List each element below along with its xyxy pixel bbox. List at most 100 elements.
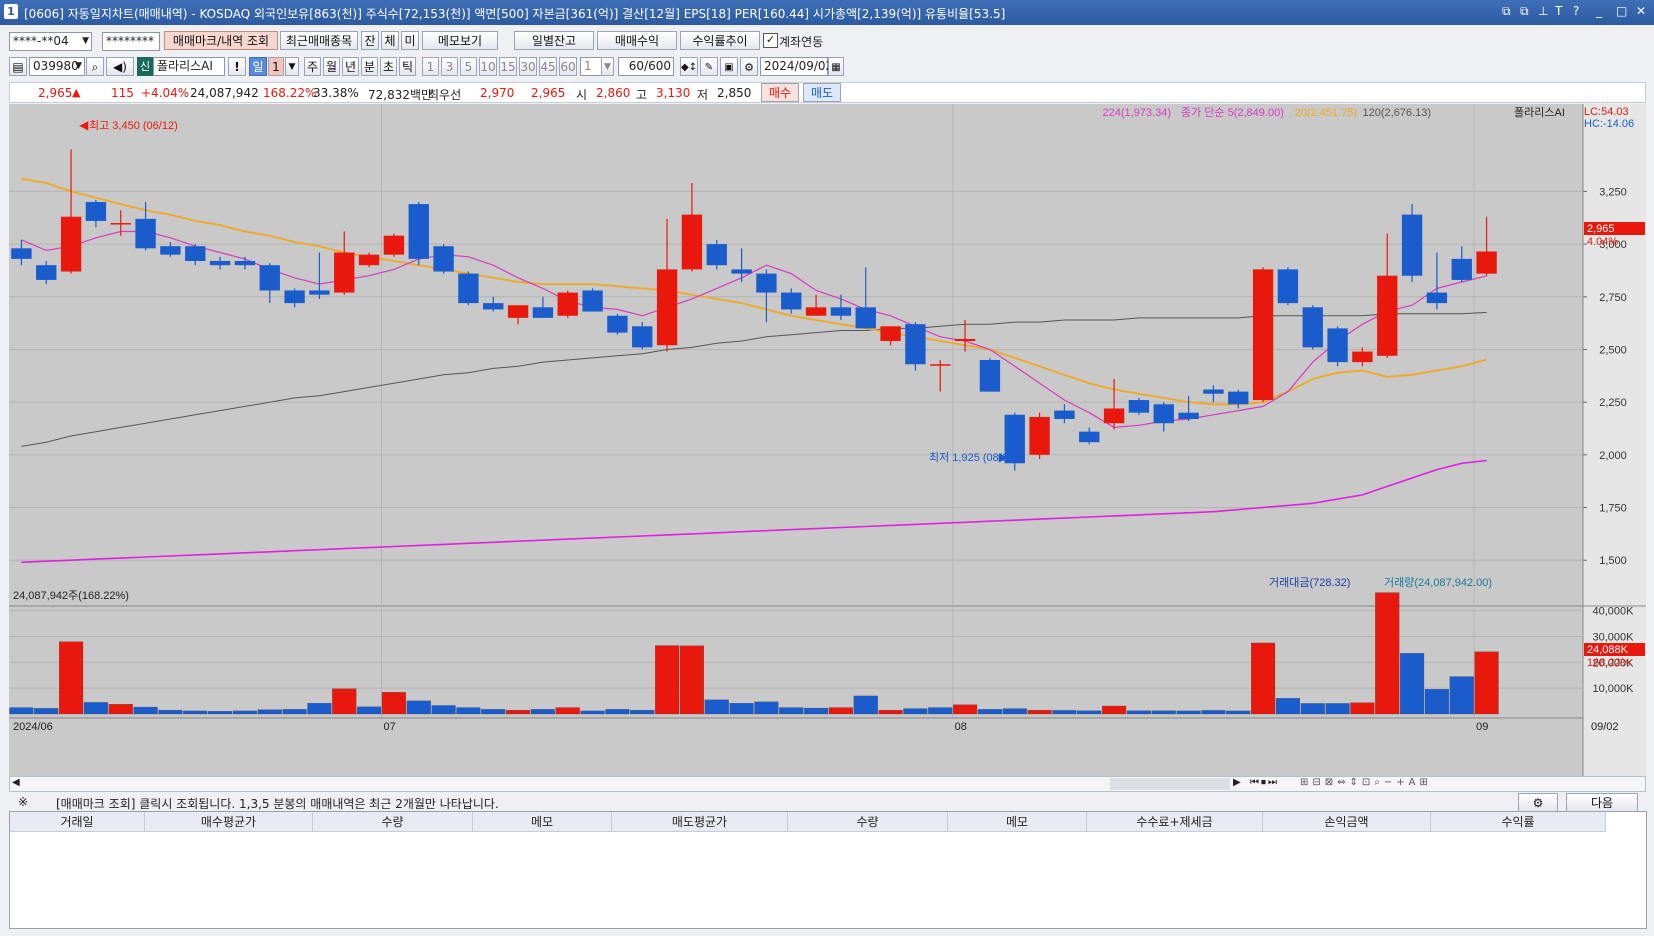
account-link-checkbox[interactable]: ✓ [763, 33, 778, 48]
sound-icon[interactable]: ◀) [106, 57, 134, 76]
interval-1-button[interactable]: 1 [422, 57, 439, 76]
calendar-icon[interactable]: ▦ [828, 57, 844, 76]
candle-body [1128, 400, 1150, 413]
candle-body [1302, 307, 1323, 348]
legend-vol-qty: 거래량(24,087,942.00) [1384, 576, 1492, 589]
date-input[interactable]: 2024/09/02 [760, 57, 833, 76]
candle-body [135, 218, 156, 249]
custom-interval-dropdown-icon[interactable]: ▼ [601, 57, 614, 76]
period-tick-button[interactable]: 틱 [399, 57, 416, 76]
scroll-right-icon[interactable]: ▶ [1233, 777, 1241, 788]
volume-bar [257, 709, 282, 715]
window-layout-icon[interactable]: ⧉ [1502, 4, 1511, 19]
turnover-ratio: 33.38% [313, 86, 359, 100]
candle-body [880, 326, 901, 342]
period-minute-button[interactable]: 분 [361, 57, 378, 76]
volume-bar [630, 709, 655, 715]
period-value[interactable]: 1 [268, 57, 284, 76]
period-day-button[interactable]: 일 [249, 57, 267, 76]
interval-10-button[interactable]: 10 [479, 57, 497, 76]
window-font-icon[interactable]: T [1555, 4, 1562, 18]
warning-button[interactable]: ! [228, 57, 246, 76]
window-pin-icon[interactable]: ⊥ [1538, 4, 1548, 18]
col-fees: 수수료+제세금 [1087, 812, 1263, 832]
candle-body [433, 246, 454, 272]
volume-bar [878, 709, 903, 715]
vol-pct-tag: 168.22% [1587, 657, 1631, 669]
interval-45-button[interactable]: 45 [539, 57, 557, 76]
panel-settings-icon[interactable]: ⚙ [1518, 793, 1558, 812]
candle-body [209, 260, 231, 266]
interval-30-button[interactable]: 30 [519, 57, 537, 76]
scroll-thumb[interactable] [1110, 778, 1230, 790]
unexecuted-button[interactable]: 미 [401, 31, 419, 50]
buy-button[interactable]: 매수 [761, 83, 799, 102]
daily-balance-button[interactable]: 일별잔고 [514, 31, 594, 50]
window-close-icon[interactable]: ✕ [1636, 4, 1646, 18]
best-ask-price: 2,970 [480, 86, 515, 100]
candle-body [284, 290, 305, 304]
candle-body [1377, 275, 1398, 356]
search-icon[interactable]: ⌕ [86, 57, 104, 76]
volume-bar [332, 688, 357, 715]
col-sell-qty: 수량 [788, 812, 948, 832]
data-count-input[interactable]: 60/600 [618, 57, 674, 76]
account-select[interactable]: ****-**04 ▼ [9, 32, 92, 51]
window-help-icon[interactable]: ? [1573, 4, 1579, 18]
tab-recent-stocks[interactable]: 최근매매종목 [280, 31, 358, 50]
save-icon[interactable]: ▣ [720, 57, 738, 76]
legend-close-simple: 종가 단순 5(2,849.00) [1181, 106, 1284, 119]
layout-icon[interactable]: ▤ [9, 57, 27, 76]
date-tick-label: 2024/06 [13, 721, 53, 733]
candle-body [1153, 404, 1174, 424]
volume-bar [1077, 710, 1102, 715]
period-second-button[interactable]: 초 [380, 57, 397, 76]
period-year-button[interactable]: 년 [342, 57, 359, 76]
period-dropdown-icon[interactable]: ▼ [285, 57, 299, 76]
code-dropdown-icon[interactable]: ▼ [75, 58, 82, 75]
candle-body [259, 265, 280, 291]
sell-button[interactable]: 매도 [803, 83, 841, 102]
window-split-icon[interactable]: ⧉ [1520, 4, 1529, 19]
zoom-tools-icon[interactable]: ⊞⊟⊠⇔⇕⊡⌕−+A⊞ [1300, 777, 1432, 788]
period-week-button[interactable]: 주 [304, 57, 321, 76]
interval-15-button[interactable]: 15 [499, 57, 517, 76]
memo-view-button[interactable]: 메모보기 [422, 31, 498, 50]
trade-profit-button[interactable]: 매매수익 [597, 31, 677, 50]
password-field[interactable]: ******** [102, 32, 160, 51]
window-minimize-icon[interactable]: _ [1596, 4, 1602, 18]
stock-code-input[interactable]: 039980 ▼ [29, 57, 85, 76]
volume-bar [804, 707, 829, 715]
volume-bar [357, 706, 382, 715]
window-title: [0606] 자동일지차트(매매내역) - KOSDAQ 외국인보유[863(천… [24, 7, 1006, 21]
candle-body [805, 307, 827, 316]
interval-60-button[interactable]: 60 [559, 57, 577, 76]
compare-icon[interactable]: ◆↕ [680, 57, 698, 76]
volume-bar [928, 707, 953, 715]
volume-bar [1151, 710, 1176, 715]
volume-bar [158, 709, 183, 715]
settings-gear-icon[interactable]: ⚙ [740, 57, 758, 76]
return-trend-button[interactable]: 수익률추이 [680, 31, 760, 50]
price-chart[interactable]: 3,2503,0002,7502,5002,2502,0001,7501,500… [9, 104, 1646, 776]
volume-bar [1027, 709, 1052, 715]
interval-5-button[interactable]: 5 [460, 57, 477, 76]
candle-body [309, 290, 330, 295]
playback-controls-icon[interactable]: ⏮⏹⏭ [1250, 777, 1279, 788]
window-maximize-icon[interactable]: □ [1616, 4, 1627, 18]
executed-button[interactable]: 체 [381, 31, 399, 50]
account-dropdown-icon[interactable]: ▼ [82, 33, 89, 50]
price-axis-background [1583, 104, 1646, 776]
tab-trade-marks[interactable]: 매매마크/내역 조회 [164, 31, 278, 50]
scroll-left-icon[interactable]: ◀ [12, 777, 20, 788]
draw-tool-icon[interactable]: ✎ [700, 57, 718, 76]
col-pnl: 손익금액 [1263, 812, 1431, 832]
volume-bar [1226, 710, 1251, 715]
candle-body [557, 292, 578, 316]
next-button[interactable]: 다음 [1566, 793, 1638, 812]
interval-3-button[interactable]: 3 [441, 57, 458, 76]
col-sell-avg: 매도평균가 [612, 812, 788, 832]
volume-tick-label: 30,000K [1593, 632, 1635, 644]
balance-button[interactable]: 잔 [361, 31, 379, 50]
period-month-button[interactable]: 월 [323, 57, 340, 76]
